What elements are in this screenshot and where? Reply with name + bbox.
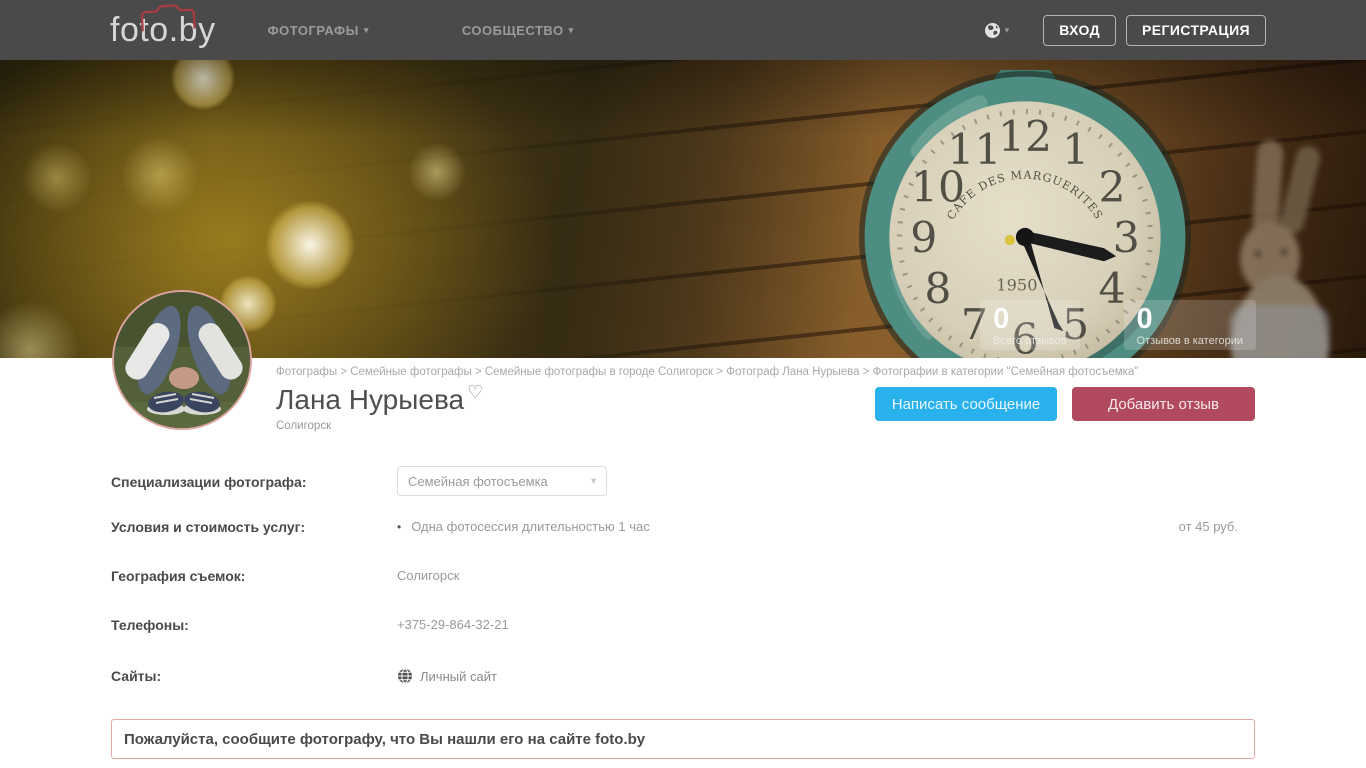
camera-outline-icon: [138, 2, 197, 31]
select-value: Семейная фотосъемка: [408, 474, 591, 489]
globe-icon: [984, 22, 1001, 39]
clock-numeral: 9: [910, 214, 937, 263]
review-stats: 0 Всего отзывов 0 Отзывов в категории: [980, 300, 1256, 350]
row-label: География съемок:: [111, 568, 397, 584]
row-label: Телефоны:: [111, 617, 397, 633]
notice-text: Пожалуйста, сообщите фотографу, что Вы н…: [124, 731, 645, 748]
geography-value: Солигорск: [397, 568, 459, 583]
row-label: Условия и стоимость услуг:: [111, 519, 397, 535]
clock-year-text: 1950: [996, 276, 1037, 295]
register-button[interactable]: РЕГИСТРАЦИЯ: [1126, 15, 1266, 46]
globe-icon: [397, 668, 413, 684]
specialization-select[interactable]: Семейная фотосъемка ▾: [397, 466, 607, 496]
stat-label: Отзывов в категории: [1137, 335, 1243, 347]
menu-item-photographers[interactable]: Фотографы ▾: [268, 23, 369, 38]
photographer-city: Солигорск: [276, 420, 331, 432]
stat-total-reviews: 0 Всего отзывов: [980, 300, 1079, 350]
clock-numeral: 2: [1099, 164, 1126, 213]
row-specializations: Специализации фотографа: Семейная фотосъ…: [111, 466, 1255, 496]
menu-item-community[interactable]: Сообщество ▾: [462, 23, 574, 38]
row-geography: География съемок: Солигорск: [111, 568, 1255, 584]
favorite-icon[interactable]: ♡: [467, 382, 483, 402]
photographer-name: Лана Нурыева: [276, 384, 464, 415]
avatar[interactable]: [112, 290, 252, 430]
site-link-label: Личный сайт: [420, 669, 497, 684]
row-terms: Условия и стоимость услуг: Одна фотосесс…: [111, 519, 1255, 535]
terms-price: от 45 руб.: [1179, 519, 1255, 534]
row-sites: Сайты: Личный сайт: [111, 668, 1255, 684]
send-message-button[interactable]: Написать сообщение: [875, 387, 1057, 421]
page-title: Лана Нурыева♡: [276, 384, 483, 416]
terms-item: Одна фотосессия длительностью 1 час: [397, 519, 650, 534]
stat-value: 0: [1137, 304, 1243, 334]
page: foto.by Фотографы ▾ Сообщество ▾: [0, 0, 1366, 768]
top-navbar: foto.by Фотографы ▾ Сообщество ▾: [0, 0, 1366, 60]
clock-numeral: 1: [1062, 126, 1089, 175]
personal-site-link[interactable]: Личный сайт: [397, 668, 497, 684]
stat-value: 0: [993, 304, 1066, 334]
clock-numeral: 8: [924, 265, 951, 314]
row-phones: Телефоны: +375-29-864-32-21: [111, 617, 1255, 633]
menu-item-label: Сообщество: [462, 23, 564, 38]
clock-numeral: 12: [998, 113, 1052, 162]
phone-value: +375-29-864-32-21: [397, 617, 509, 632]
main-menu: Фотографы ▾ Сообщество ▾: [268, 23, 574, 38]
chevron-down-icon: ▾: [591, 476, 596, 487]
login-button[interactable]: ВХОД: [1043, 15, 1116, 46]
chevron-down-icon: ▾: [569, 25, 574, 36]
language-selector[interactable]: ▾: [984, 22, 1010, 39]
clock-numeral: 3: [1113, 214, 1140, 263]
add-review-button[interactable]: Добавить отзыв: [1072, 387, 1255, 421]
logo[interactable]: foto.by: [110, 11, 216, 50]
stat-label: Всего отзывов: [993, 335, 1066, 347]
profile-actions: Написать сообщение Добавить отзыв: [875, 387, 1255, 421]
breadcrumb[interactable]: Фотографы > Семейные фотографы > Семейны…: [276, 366, 1138, 378]
row-label: Специализации фотографа:: [111, 466, 397, 490]
chevron-down-icon: ▾: [1005, 25, 1010, 36]
notice-banner: Пожалуйста, сообщите фотографу, что Вы н…: [111, 719, 1255, 759]
row-label: Сайты:: [111, 668, 397, 684]
menu-item-label: Фотографы: [268, 23, 359, 38]
clock-numeral: 11: [947, 126, 1001, 175]
avatar-photo: [114, 292, 252, 430]
chevron-down-icon: ▾: [364, 25, 369, 36]
stat-category-reviews: 0 Отзывов в категории: [1124, 300, 1256, 350]
navbar-right: ▾ ВХОД РЕГИСТРАЦИЯ: [984, 15, 1266, 46]
